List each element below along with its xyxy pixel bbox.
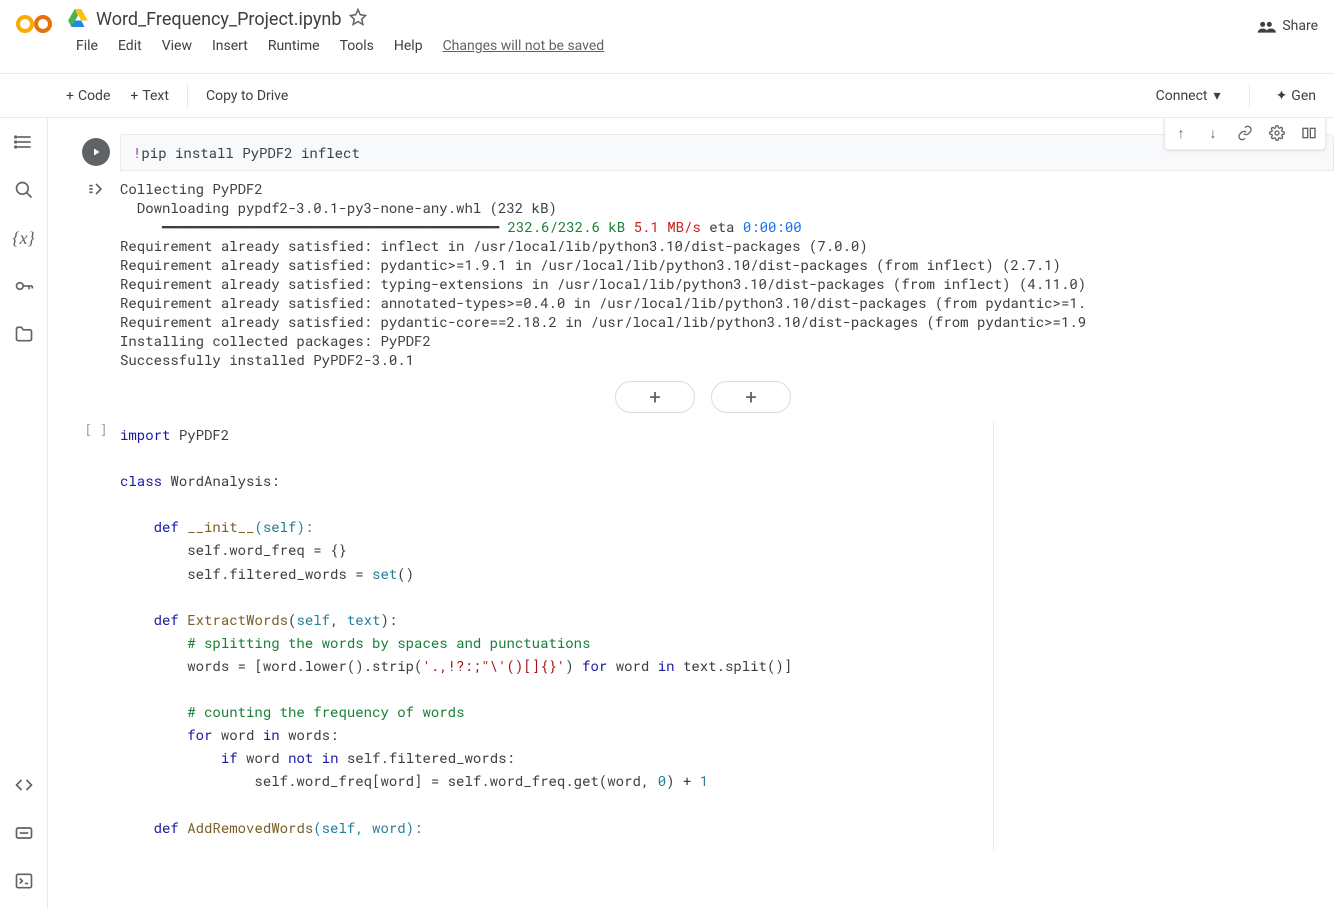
plus-icon: +: [66, 88, 74, 104]
menu-view[interactable]: View: [154, 34, 200, 58]
files-icon[interactable]: [12, 322, 36, 346]
copy-to-drive-button[interactable]: Copy to Drive: [196, 82, 298, 110]
add-text-button[interactable]: + Text: [120, 82, 179, 110]
share-label: Share: [1282, 18, 1318, 34]
menu-tools[interactable]: Tools: [332, 34, 382, 58]
chevron-down-icon: ▾: [1214, 88, 1221, 104]
gear-icon[interactable]: [1261, 118, 1293, 149]
separator: [187, 84, 188, 108]
cell-toolbar: ↑ ↓: [1164, 118, 1326, 150]
add-cell-between: + +: [72, 381, 1334, 413]
header: Word_Frequency_Project.ipynb File Edit V…: [0, 0, 1334, 74]
code-cell-2: [ ] import PyPDF2 class WordAnalysis: de…: [72, 421, 1334, 851]
menu-file[interactable]: File: [68, 34, 106, 58]
add-code-pill[interactable]: +: [615, 381, 695, 413]
search-icon[interactable]: [12, 178, 36, 202]
cell-output: Collecting PyPDF2 Downloading pypdf2-3.0…: [120, 175, 1334, 381]
colab-logo: [16, 12, 52, 40]
connect-button[interactable]: Connect ▾: [1144, 82, 1233, 110]
mirror-icon[interactable]: [1293, 118, 1325, 149]
cell-prompt[interactable]: [ ]: [72, 421, 120, 438]
plus-icon: +: [130, 88, 138, 104]
output-toggle-icon[interactable]: [86, 179, 106, 203]
document-title[interactable]: Word_Frequency_Project.ipynb: [96, 9, 341, 30]
menu-edit[interactable]: Edit: [110, 34, 150, 58]
menu-runtime[interactable]: Runtime: [260, 34, 328, 58]
code-cell-1: ↑ ↓ !pip install PyPDF2 inflect: [72, 134, 1334, 381]
left-rail: {x}: [0, 118, 48, 909]
link-icon[interactable]: [1229, 118, 1261, 149]
notebook-area: ↑ ↓ !pip install PyPDF2 inflect: [48, 118, 1334, 909]
move-up-icon[interactable]: ↑: [1165, 118, 1197, 149]
code-snippets-icon[interactable]: [12, 773, 36, 797]
variables-icon[interactable]: {x}: [12, 226, 36, 250]
drive-icon: [68, 9, 88, 29]
code-input[interactable]: !pip install PyPDF2 inflect: [120, 134, 1334, 171]
separator: [1249, 84, 1250, 108]
share-button[interactable]: Share: [1256, 16, 1318, 36]
gemini-button[interactable]: ✦ Gen: [1266, 82, 1326, 110]
menu-bar: File Edit View Insert Runtime Tools Help…: [68, 34, 1256, 58]
save-status[interactable]: Changes will not be saved: [443, 38, 605, 54]
menu-help[interactable]: Help: [386, 34, 431, 58]
add-code-button[interactable]: + Code: [56, 82, 120, 110]
secrets-icon[interactable]: [12, 274, 36, 298]
terminal-icon[interactable]: [12, 869, 36, 893]
menu-insert[interactable]: Insert: [204, 34, 256, 58]
sparkle-icon: ✦: [1276, 88, 1288, 104]
toc-icon[interactable]: [12, 130, 36, 154]
run-cell-button[interactable]: [82, 138, 110, 166]
toolbar: + Code + Text Copy to Drive Connect ▾ ✦ …: [0, 74, 1334, 118]
star-icon[interactable]: [349, 8, 367, 30]
command-palette-icon[interactable]: [12, 821, 36, 845]
code-input[interactable]: import PyPDF2 class WordAnalysis: def __…: [120, 421, 994, 851]
move-down-icon[interactable]: ↓: [1197, 118, 1229, 149]
add-text-pill[interactable]: +: [711, 381, 791, 413]
